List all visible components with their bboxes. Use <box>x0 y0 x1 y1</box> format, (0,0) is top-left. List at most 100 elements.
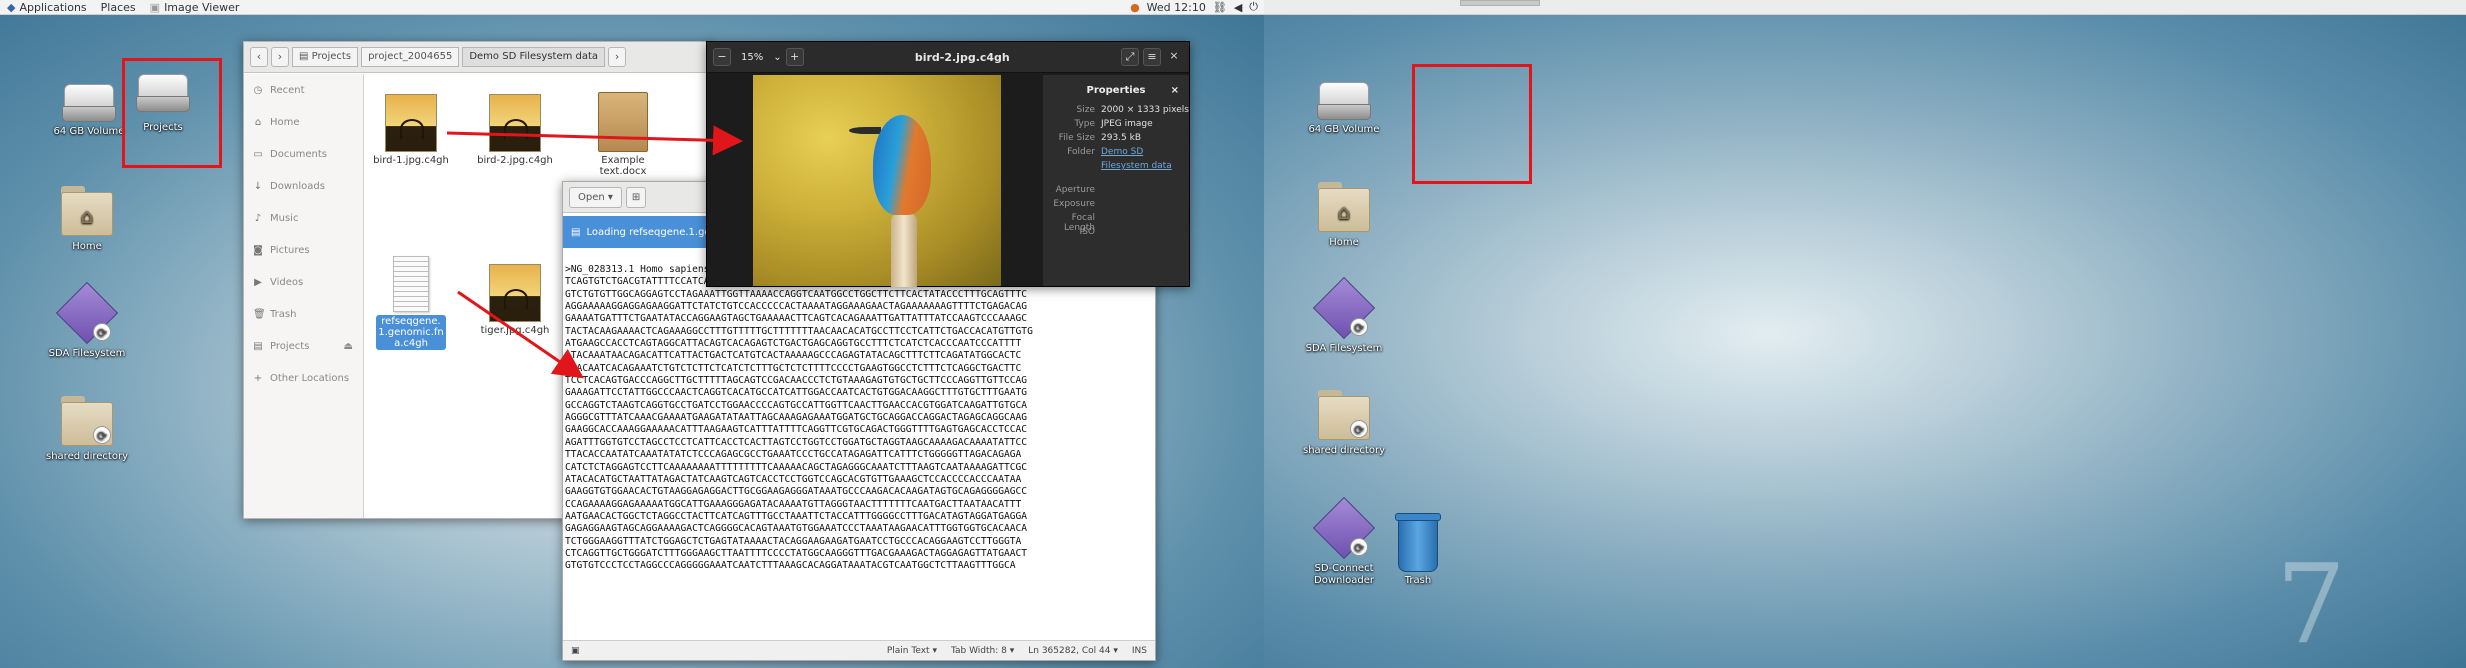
volume-icon[interactable]: ◀ <box>1234 1 1242 14</box>
folder-link[interactable]: Demo SD <box>1101 147 1189 157</box>
right-desktop-icon-home[interactable]: ⌂ Home <box>1298 178 1390 249</box>
sda-icon: ⟳ <box>55 281 119 345</box>
prop-key: Folder <box>1067 147 1095 157</box>
sidebar-item-other-locations[interactable]: + Other Locations <box>244 362 363 394</box>
tab-width-selector[interactable]: Tab Width: 8 ▾ <box>951 646 1014 656</box>
right-desktop-icon-shared-directory[interactable]: ⟳ shared directory <box>1298 386 1390 457</box>
sidebar-item-recent[interactable]: ◷ Recent <box>244 74 363 106</box>
desktop-icon-shared-directory[interactable]: ⟳ shared directory <box>41 392 133 463</box>
file-item-tiger[interactable]: tiger.jpg.c4gh <box>477 264 553 336</box>
new-document-button[interactable]: ⊞ <box>625 186 647 208</box>
prop-value: 2000 × 1333 pixels <box>1101 105 1189 115</box>
power-icon[interactable]: ⏻ <box>1249 0 1258 14</box>
menu-button[interactable]: ≡ <box>1143 48 1161 66</box>
file-item-bird-2[interactable]: bird-2.jpg.c4gh <box>477 94 553 166</box>
folder-link-cont[interactable]: Filesystem data <box>1101 161 1189 171</box>
language-label: Plain Text <box>886 645 930 656</box>
text-content[interactable]: >NG_028313.1 Homo sapiens TCAGTGTCTGACGT… <box>565 264 1153 638</box>
applications-menu[interactable]: ◆ Applications <box>0 0 94 15</box>
zoom-level[interactable]: 15% <box>735 52 769 63</box>
sidebar-item-documents[interactable]: ▭ Documents <box>244 138 363 170</box>
file-item-bird-1[interactable]: bird-1.jpg.c4gh <box>373 94 449 166</box>
icon-label: SDA Filesystem <box>1305 343 1383 354</box>
clock[interactable]: Wed 12:10 <box>1147 1 1206 14</box>
sidebar-item-trash[interactable]: 🗑 Trash <box>244 298 363 330</box>
notification-icon[interactable]: ● <box>1130 1 1140 14</box>
trash-can-icon <box>1395 513 1441 572</box>
cursor-position-label: Ln 365282, Col 44 <box>1028 645 1111 656</box>
file-name: bird-2.jpg.c4gh <box>477 155 553 166</box>
statusbar-file-icon: ▣ <box>571 645 580 656</box>
network-icon[interactable]: ⛓ <box>1213 1 1227 14</box>
desktop-icon-home[interactable]: ⌂ Home <box>41 182 133 253</box>
sidebar-item-label: Projects <box>270 340 310 352</box>
back-button[interactable]: ‹ <box>250 47 268 67</box>
open-button[interactable]: Open ▾ <box>569 186 622 208</box>
applications-label: Applications <box>19 0 87 14</box>
breadcrumb-label: Demo SD Filesystem data <box>469 51 599 62</box>
sda-icon: ⟳ <box>1312 276 1376 340</box>
highlight-box-empty <box>1412 64 1532 184</box>
video-icon: ▶ <box>254 276 262 288</box>
icon-label: SD-Connect Downloader <box>1314 563 1374 586</box>
displayed-image[interactable] <box>753 75 1001 287</box>
language-selector[interactable]: Plain Text ▾ <box>887 646 937 656</box>
prop-value: JPEG image <box>1101 119 1153 129</box>
sidebar-item-music[interactable]: ♪ Music <box>244 202 363 234</box>
app-menu-label: Image Viewer <box>164 0 240 14</box>
home-folder-icon: ⌂ <box>59 182 115 238</box>
prop-iso: ISO <box>1043 227 1189 235</box>
prop-size: Size 2000 × 1333 pixels <box>1043 105 1189 119</box>
sidebar-item-downloads[interactable]: ↓ Downloads <box>244 170 363 202</box>
perch-shape <box>891 213 917 287</box>
right-desktop-icon-volume[interactable]: 64 GB Volume <box>1298 80 1390 136</box>
window-tab-strip[interactable] <box>1460 0 1540 6</box>
home-folder-icon: ⌂ <box>1316 178 1372 234</box>
zoom-in-button[interactable]: + <box>785 48 804 66</box>
sidebar-item-home[interactable]: ⌂ Home <box>244 106 363 138</box>
zoom-out-button[interactable]: − <box>713 48 731 66</box>
file-name: bird-1.jpg.c4gh <box>373 155 449 166</box>
close-properties-icon[interactable]: × <box>1171 85 1179 96</box>
close-button[interactable]: × <box>1165 48 1183 66</box>
cursor-position[interactable]: Ln 365282, Col 44 ▾ <box>1028 646 1118 656</box>
prop-key: Size <box>1076 105 1095 115</box>
icon-label: 64 GB Volume <box>1308 124 1380 135</box>
download-icon: ↓ <box>253 180 263 192</box>
drive-icon: ▤ <box>253 340 263 352</box>
sidebar-item-projects[interactable]: ▤ Projects ⏏ <box>244 330 363 362</box>
zoom-dropdown-icon[interactable]: ⌄ <box>773 52 781 63</box>
prop-type: Type JPEG image <box>1043 119 1189 133</box>
desktop-icon-sda-filesystem[interactable]: ⟳ SDA Filesystem <box>41 281 133 360</box>
right-top-panel <box>1264 0 2466 15</box>
left-top-panel: ◆ Applications Places ▣ Image Viewer ● W… <box>0 0 1264 15</box>
sidebar-item-pictures[interactable]: ◙ Pictures <box>244 234 363 266</box>
image-viewer-window: − 15% ⌄ + bird-2.jpg.c4gh ⤢ ≡ × Properti… <box>706 41 1190 287</box>
sidebar-item-label: Videos <box>270 276 304 288</box>
properties-header: Properties × <box>1043 81 1189 99</box>
forward-button[interactable]: › <box>271 47 289 67</box>
desktop: { "left_screen": { "topbar": { "applicat… <box>0 0 2466 668</box>
sidebar-item-label: Recent <box>270 84 305 96</box>
file-item-example-text[interactable]: Example text.docx <box>585 92 661 177</box>
right-desktop-icon-sda-filesystem[interactable]: ⟳ SDA Filesystem <box>1298 276 1390 355</box>
breadcrumb-current-folder[interactable]: Demo SD Filesystem data <box>462 47 606 67</box>
eject-icon[interactable]: ⏏ <box>344 341 353 352</box>
prop-key: File Size <box>1058 133 1095 143</box>
prop-key: Type <box>1074 119 1095 129</box>
prop-key: Exposure <box>1053 199 1095 209</box>
home-icon: ⌂ <box>254 116 262 128</box>
trash-icon: 🗑 <box>253 308 266 320</box>
right-desktop-icon-trash[interactable]: Trash <box>1372 513 1464 587</box>
fullscreen-button[interactable]: ⤢ <box>1121 48 1139 66</box>
sidebar-item-videos[interactable]: ▶ Videos <box>244 266 363 298</box>
breadcrumb-projects[interactable]: ▤ Projects <box>292 47 359 67</box>
file-item-refseqgene[interactable]: refseqgene.1.genomic.fna.c4gh <box>373 256 449 350</box>
breadcrumb-more-button[interactable]: › <box>608 47 627 67</box>
breadcrumb-label: project_2004655 <box>368 51 453 62</box>
breadcrumb-project-id[interactable]: project_2004655 <box>361 47 460 67</box>
app-menu-image-viewer[interactable]: ▣ Image Viewer <box>143 0 247 15</box>
places-menu[interactable]: Places <box>94 0 143 15</box>
clock-icon: ◷ <box>253 84 263 96</box>
properties-title: Properties <box>1086 84 1146 96</box>
